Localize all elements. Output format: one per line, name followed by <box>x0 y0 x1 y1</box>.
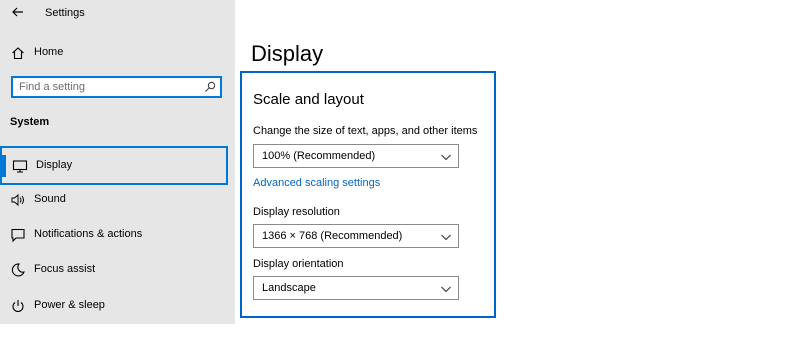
page-title: Display <box>251 41 324 66</box>
scale-dropdown[interactable]: 100% (Recommended) <box>253 144 459 168</box>
resolution-dropdown[interactable]: 1366 × 768 (Recommended) <box>253 224 459 248</box>
scale-layout-panel: Scale and layout Change the size of text… <box>240 71 496 318</box>
sidebar-item-label: Power & sleep <box>34 299 105 311</box>
chevron-down-icon <box>441 286 451 293</box>
orientation-label: Display orientation <box>253 258 344 270</box>
speaker-icon <box>11 193 24 207</box>
search-box[interactable] <box>11 76 222 98</box>
scale-label: Change the size of text, apps, and other… <box>253 125 478 137</box>
sidebar-item-focus-assist[interactable]: Focus assist <box>0 255 235 285</box>
moon-icon <box>11 263 25 277</box>
selection-indicator <box>2 155 6 177</box>
window-title: Settings <box>45 7 85 19</box>
sidebar-item-label: Home <box>34 46 64 58</box>
sidebar-item-home[interactable]: Home <box>0 38 235 68</box>
sidebar: Settings Home System Display Sound <box>0 0 235 324</box>
orientation-value: Landscape <box>262 282 316 294</box>
sidebar-item-notifications[interactable]: Notifications & actions <box>0 220 235 250</box>
sidebar-item-label: Focus assist <box>34 263 96 275</box>
monitor-icon <box>12 160 28 173</box>
back-arrow-icon <box>12 7 23 17</box>
sidebar-section-title: System <box>10 116 50 128</box>
power-icon <box>12 300 24 313</box>
search-icon[interactable] <box>204 81 216 93</box>
sidebar-item-label: Notifications & actions <box>34 228 143 240</box>
back-button[interactable] <box>8 2 28 22</box>
advanced-scaling-link[interactable]: Advanced scaling settings <box>253 177 380 189</box>
home-icon <box>12 47 24 60</box>
notification-icon <box>11 228 25 243</box>
sidebar-item-display[interactable]: Display <box>0 146 228 185</box>
resolution-label: Display resolution <box>253 206 340 218</box>
chevron-down-icon <box>441 154 451 161</box>
resolution-value: 1366 × 768 (Recommended) <box>262 230 403 242</box>
search-input[interactable] <box>19 80 199 94</box>
sidebar-item-sound[interactable]: Sound <box>0 185 235 215</box>
chevron-down-icon <box>441 234 451 241</box>
sidebar-item-power-sleep[interactable]: Power & sleep <box>0 291 235 321</box>
sidebar-item-label: Display <box>36 159 73 171</box>
orientation-dropdown[interactable]: Landscape <box>253 276 459 300</box>
scale-value: 100% (Recommended) <box>262 150 376 162</box>
section-title: Scale and layout <box>253 91 364 108</box>
sidebar-item-label: Sound <box>34 193 66 205</box>
